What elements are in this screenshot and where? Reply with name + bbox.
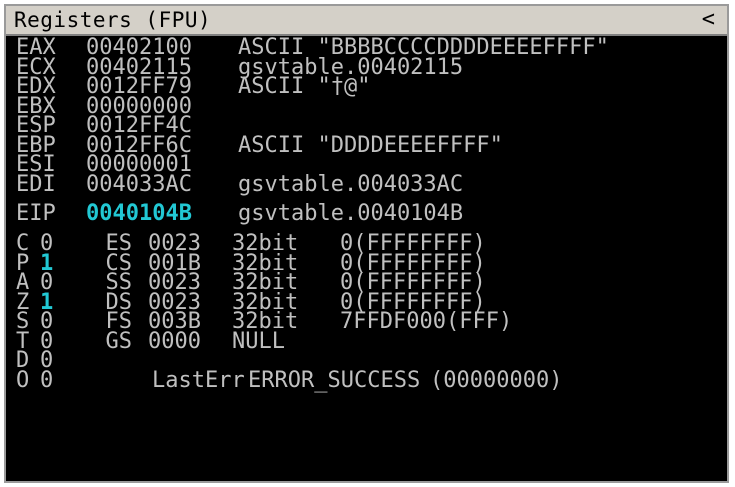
last-error-name: ERROR_SUCCESS	[248, 367, 421, 393]
general-registers: EAX 00402100 ASCII "BBBBCCCCDDDDEEEEFFFF…	[16, 37, 727, 197]
segment-name	[84, 351, 148, 371]
segment-info: 7FFDF000(FFF)	[340, 309, 513, 334]
registers-window: Registers (FPU) < EAX 00402100 ASCII "BB…	[4, 4, 729, 483]
register-comment: gsvtable.0040104B	[238, 201, 464, 226]
flag-name: O	[16, 367, 30, 393]
segment-bits: NULL	[232, 328, 285, 354]
register-name: EIP	[16, 201, 56, 226]
register-comment: ASCII "DDDDEEEEFFFF"	[238, 132, 503, 158]
flag-row[interactable]: T 0 GS 0000 NULL	[16, 328, 727, 354]
register-name: EDI	[16, 171, 56, 197]
eip-row[interactable]: EIP 0040104B gsvtable.0040104B	[16, 202, 727, 226]
eip-value[interactable]: 0040104B	[86, 202, 238, 226]
flag-value[interactable]: 0	[40, 369, 84, 390]
window-title: Registers (FPU)	[14, 8, 212, 32]
register-comment: gsvtable.004033AC	[238, 171, 464, 197]
register-comment: ASCII "†@"	[238, 74, 371, 99]
registers-panel: EAX 00402100 ASCII "BBBBCCCCDDDDEEEEFFFF…	[6, 36, 727, 393]
segment-value: 0000	[148, 328, 201, 354]
segment-name: GS	[105, 328, 133, 354]
flags-section: C 0 ES 0023 32bit 0(FFFFFFFF) P 1 CS 001…	[16, 233, 727, 393]
last-error-code: (00000000)	[430, 367, 563, 393]
collapse-icon[interactable]: <	[702, 9, 715, 31]
last-error-row[interactable]: O 0 LastErr ERROR_SUCCESS (00000000)	[16, 367, 727, 393]
window-titlebar[interactable]: Registers (FPU) <	[6, 6, 727, 36]
register-value[interactable]: 004033AC	[86, 173, 238, 194]
last-error-label: LastErr	[152, 367, 245, 393]
segment-name	[84, 371, 152, 391]
register-row[interactable]: EDI 004033AC gsvtable.004033AC	[16, 171, 727, 197]
